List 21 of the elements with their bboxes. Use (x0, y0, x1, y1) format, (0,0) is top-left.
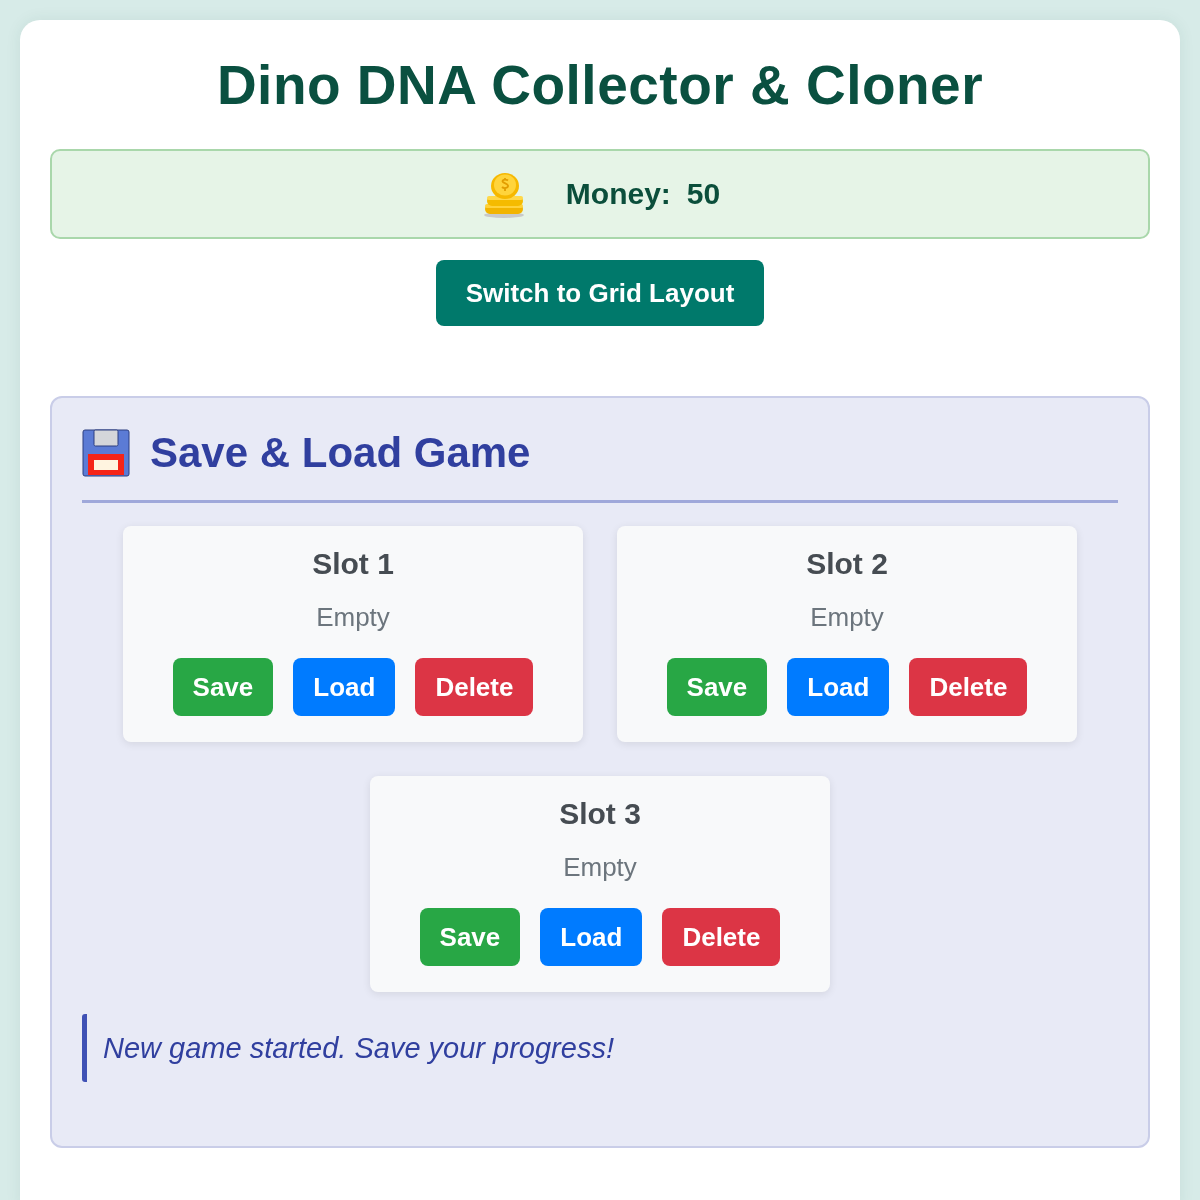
switch-layout-button[interactable]: Switch to Grid Layout (435, 260, 765, 326)
slot-name: Slot 2 (806, 546, 888, 582)
load-button[interactable]: Load (540, 908, 643, 966)
status-message: New game started. Save your progress! (82, 1014, 1118, 1082)
save-button[interactable]: Save (172, 658, 274, 716)
slot-name: Slot 3 (559, 796, 641, 832)
load-button[interactable]: Load (293, 658, 396, 716)
slot-status: Empty (563, 851, 637, 883)
save-button[interactable]: Save (666, 658, 768, 716)
delete-button[interactable]: Delete (415, 658, 534, 716)
page-title: Dino DNA Collector & Cloner (216, 53, 984, 118)
delete-button[interactable]: Delete (909, 658, 1028, 716)
save-button[interactable]: Save (419, 908, 521, 966)
money-value: 50 (686, 177, 721, 211)
slot-status: Empty (316, 601, 390, 633)
panel-heading: Save & Load Game (150, 429, 531, 477)
delete-button[interactable]: Delete (662, 908, 781, 966)
load-button[interactable]: Load (787, 658, 890, 716)
money-label: Money: (565, 177, 671, 211)
slot-status: Empty (810, 601, 884, 633)
slot-name: Slot 1 (312, 546, 394, 582)
